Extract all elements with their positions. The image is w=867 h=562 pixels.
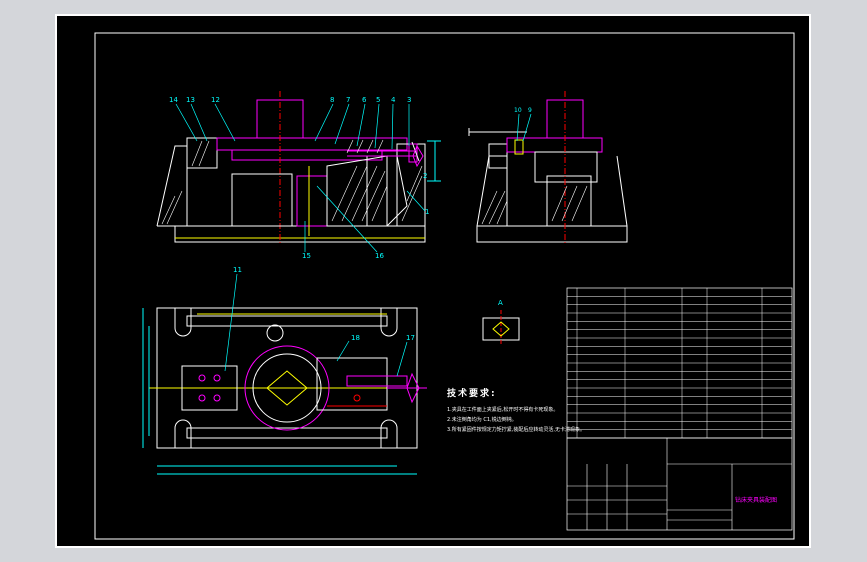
cad-drawing: 14 13 12 8 7 6 5 4 3 2 1 15 16 10 9 A 11… — [94, 32, 795, 540]
technical-notes: 技术要求: 1.夹具在工件面上夹紧后,松开时不得有卡死现象。 2.未注倒角均为 … — [447, 386, 585, 435]
callout-10: 10 — [514, 107, 522, 114]
section-a-view — [482, 310, 520, 346]
tech-note-1: 1.夹具在工件面上夹紧后,松开时不得有卡死现象。 — [447, 407, 559, 413]
callout-7: 7 — [346, 96, 350, 104]
tech-notes-title: 技术要求: — [447, 389, 497, 399]
callout-14: 14 — [169, 96, 178, 104]
callout-3: 3 — [407, 96, 411, 104]
callout-5: 5 — [376, 96, 380, 104]
callout-16: 16 — [375, 252, 384, 260]
inner-border — [94, 32, 795, 540]
plan-callouts: 11 18 17 — [233, 266, 415, 342]
side-hatch — [481, 185, 588, 225]
callout-8: 8 — [330, 96, 334, 104]
callout-12: 12 — [211, 96, 220, 104]
title-block-grid — [567, 438, 792, 530]
side-view — [468, 91, 628, 244]
plan-leaders — [224, 273, 408, 377]
front-view — [156, 91, 441, 244]
parts-rows — [567, 288, 792, 438]
drawing-frame: 14 13 12 8 7 6 5 4 3 2 1 15 16 10 9 A 11… — [55, 14, 811, 548]
callout-18: 18 — [351, 334, 360, 342]
callout-11: 11 — [233, 266, 242, 274]
section-label: A — [498, 299, 503, 307]
callout-13: 13 — [186, 96, 195, 104]
callout-2: 2 — [423, 172, 427, 180]
tech-note-2: 2.未注倒角均为 C1,锐边倒钝。 — [447, 417, 517, 423]
title-block-name: 钻床夹具装配图 — [735, 496, 777, 504]
front-leaders — [175, 103, 426, 253]
callout-6: 6 — [362, 96, 367, 104]
callout-9: 9 — [528, 107, 532, 114]
side-leaders — [516, 113, 532, 142]
callout-4: 4 — [391, 96, 396, 104]
parts-list — [566, 287, 793, 531]
callout-17: 17 — [406, 334, 415, 342]
callout-15: 15 — [302, 252, 311, 260]
plan-view — [142, 307, 427, 475]
front-callouts: 14 13 12 8 7 6 5 4 3 2 1 15 16 — [169, 96, 429, 260]
callout-1: 1 — [425, 208, 429, 216]
tech-note-3: 3.所有紧固件按规定力矩拧紧,装配后应转动灵活,无卡滞现象。 — [447, 427, 585, 433]
side-callouts: 10 9 — [514, 107, 532, 114]
